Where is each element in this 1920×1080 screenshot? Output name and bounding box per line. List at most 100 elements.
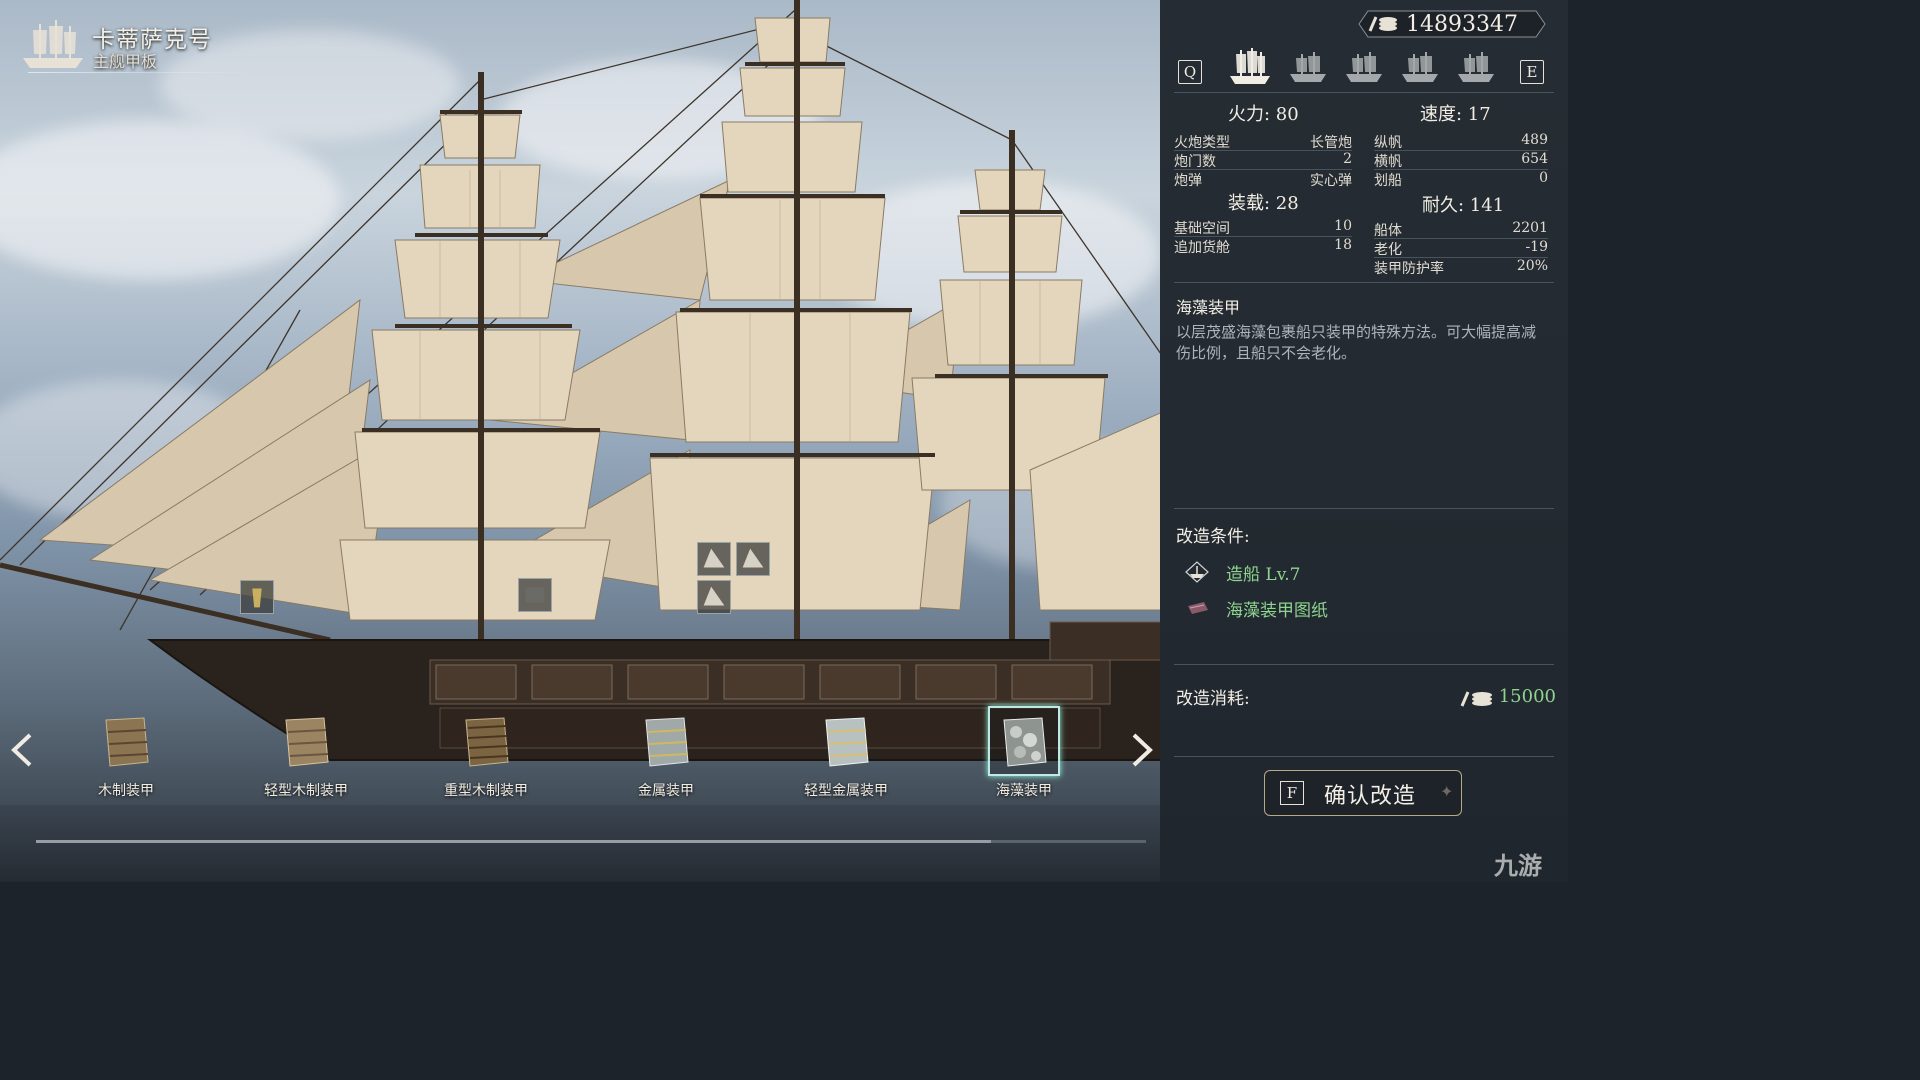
- armor-description-text: 以层茂盛海藻包裹船只装甲的特殊方法。可大幅提高减伤比例，且船只不会老化。: [1176, 323, 1537, 362]
- armor-description-title: 海藻装甲: [1176, 298, 1241, 317]
- wood-armor-icon: [105, 717, 149, 767]
- row-divider: [1374, 257, 1548, 258]
- ship-tab-2-icon[interactable]: [1286, 46, 1330, 86]
- armor-option-seaweed[interactable]: 海藻装甲: [964, 706, 1084, 802]
- stat-value: 18: [1334, 237, 1352, 253]
- ship-scene: 卡蒂萨克号 主舰甲板 木制装甲 轻型木制装甲 重型木制装甲 金属装甲 轻型金属装…: [0, 0, 1160, 882]
- prev-ship-key[interactable]: Q: [1178, 60, 1202, 84]
- ship-tab-1-icon[interactable]: [1228, 46, 1272, 86]
- stat-value: 实心弹: [1310, 173, 1352, 189]
- shipbuilding-icon: [1185, 561, 1209, 583]
- currency-display: 14893347: [1358, 10, 1546, 38]
- section-divider: [1174, 282, 1554, 283]
- stat-value: 长管炮: [1310, 135, 1352, 151]
- deck-rooms: [435, 664, 1093, 700]
- stat-key: 船体: [1374, 223, 1402, 239]
- light-metal-armor-icon: [825, 717, 869, 767]
- ship-title: 卡蒂萨克号 主舰甲板: [18, 18, 258, 78]
- sail-slot-2[interactable]: [736, 542, 770, 576]
- section-divider: [1174, 508, 1554, 509]
- stat-row-oars: 划船 0: [1374, 170, 1548, 189]
- cost-heading: 改造消耗:: [1176, 689, 1250, 709]
- fore-mast-sails: [339, 114, 611, 621]
- blueprint-icon: [1188, 602, 1208, 614]
- row-divider: [1374, 150, 1548, 151]
- metal-armor-icon: [645, 717, 689, 767]
- armor-option-heavy-wood[interactable]: 重型木制装甲: [426, 712, 546, 802]
- armor-option-light-wood[interactable]: 轻型木制装甲: [246, 712, 366, 802]
- sparkle-icon: ✦: [1440, 782, 1454, 801]
- cargo-stat: 装载: 28: [1228, 193, 1299, 214]
- stat-value: 2: [1343, 151, 1352, 167]
- stat-row-armor-protection: 装甲防护率 20%: [1374, 258, 1548, 277]
- stat-key: 装甲防护率: [1374, 261, 1444, 277]
- conditions-heading: 改造条件:: [1176, 527, 1250, 547]
- next-ship-key[interactable]: E: [1520, 60, 1544, 84]
- ship-tab-3-icon[interactable]: [1342, 46, 1386, 86]
- condition-label: 造船 Lv.7: [1226, 565, 1301, 585]
- armor-label: 轻型木制装甲: [264, 783, 348, 799]
- stat-value: 654: [1521, 151, 1548, 167]
- row-divider: [1174, 150, 1352, 151]
- sail-slot-1[interactable]: [697, 542, 731, 576]
- stat-row-hull: 船体 2201: [1374, 220, 1548, 239]
- ship-info-panel: 14893347 Q E 火力: 80 速度: 17 火炮类型 长管炮 炮门数 …: [1160, 0, 1568, 882]
- armor-option-metal[interactable]: 金属装甲: [606, 712, 726, 802]
- durability-stat: 耐久: 141: [1422, 195, 1505, 216]
- stat-value: 0: [1539, 170, 1548, 186]
- stern-cabin: [1049, 621, 1160, 661]
- stat-value: -19: [1525, 239, 1548, 255]
- heavy-wood-armor-icon: [465, 717, 509, 767]
- speed-stat: 速度: 17: [1420, 104, 1491, 125]
- stat-key: 炮弹: [1174, 173, 1202, 189]
- armor-option-light-metal[interactable]: 轻型金属装甲: [786, 712, 906, 802]
- section-divider: [1174, 664, 1554, 665]
- ship-slot-1[interactable]: [240, 580, 274, 614]
- row-divider: [1374, 238, 1548, 239]
- stat-row-extra-hold: 追加货舱 18: [1174, 237, 1352, 256]
- seaweed-armor-icon: [1003, 717, 1047, 767]
- light-wood-armor-icon: [285, 717, 329, 767]
- armor-label: 木制装甲: [98, 783, 154, 799]
- stat-row-square-sail: 横帆 654: [1374, 151, 1548, 170]
- condition-label: 海藻装甲图纸: [1226, 601, 1328, 621]
- armor-scroll-thumb[interactable]: [36, 840, 991, 843]
- stat-row-ammo: 炮弹 实心弹: [1174, 170, 1352, 189]
- sail-slot-3[interactable]: [697, 580, 731, 614]
- stat-value: 10: [1334, 218, 1352, 234]
- stat-value: 2201: [1512, 220, 1548, 236]
- ship-slot-2[interactable]: [518, 578, 552, 612]
- stat-row-base-space: 基础空间 10: [1174, 218, 1352, 237]
- armor-option-wood[interactable]: 木制装甲: [66, 712, 186, 802]
- stat-row-gun-ports: 炮门数 2: [1174, 151, 1352, 170]
- armor-label: 海藻装甲: [996, 783, 1052, 799]
- row-divider: [1174, 169, 1352, 170]
- stat-row-aging: 老化 -19: [1374, 239, 1548, 258]
- armor-label: 金属装甲: [638, 783, 694, 799]
- firepower-stat: 火力: 80: [1228, 104, 1299, 125]
- coin-stack-icon: [1368, 16, 1397, 32]
- stat-key: 横帆: [1374, 154, 1402, 170]
- stat-key: 基础空间: [1174, 221, 1230, 237]
- stat-key: 追加货舱: [1174, 240, 1230, 256]
- currency-amount: 14893347: [1406, 12, 1518, 37]
- cost-value: 15000: [1498, 686, 1556, 707]
- row-divider: [1374, 169, 1548, 170]
- ship-tab-5-icon[interactable]: [1454, 46, 1498, 86]
- ship-emblem-icon: [23, 20, 83, 68]
- stat-key: 老化: [1374, 242, 1402, 258]
- confirm-key-hint: F: [1280, 781, 1304, 805]
- stat-key: 纵帆: [1374, 135, 1402, 151]
- deck-name: 主舰甲板: [93, 52, 158, 71]
- ship-tab-4-icon[interactable]: [1398, 46, 1442, 86]
- armor-label: 轻型金属装甲: [804, 783, 888, 799]
- stat-key: 划船: [1374, 173, 1402, 189]
- section-divider: [1174, 756, 1554, 757]
- stat-value: 20%: [1516, 258, 1548, 274]
- chevron-left-icon[interactable]: [8, 732, 38, 768]
- stat-key: 炮门数: [1174, 154, 1216, 170]
- chevron-right-icon[interactable]: [1126, 732, 1156, 768]
- stat-row-fore-aft-sail: 纵帆 489: [1374, 132, 1548, 151]
- row-divider: [1174, 236, 1352, 237]
- confirm-modify-button[interactable]: F 确认改造 ✦: [1264, 770, 1462, 816]
